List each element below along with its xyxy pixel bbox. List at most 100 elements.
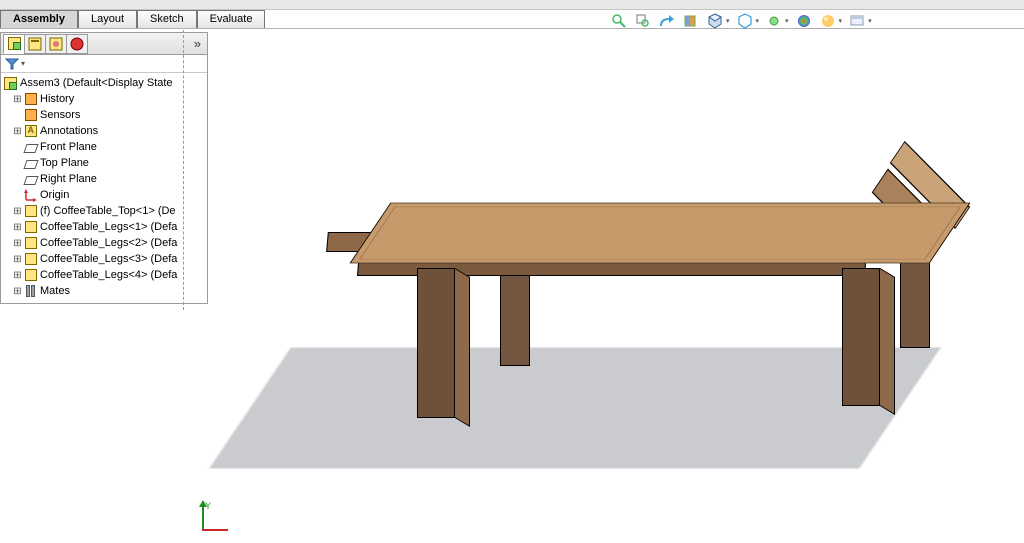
tree-item-label: History [40,93,74,105]
dropdown-caret-icon[interactable]: ▾ [726,17,730,25]
property-manager-tab[interactable] [24,34,46,54]
orientation-triad[interactable]: Y [190,499,230,539]
part-icon [23,204,38,219]
tree-item-label: Right Plane [40,173,97,185]
tree-root-assembly[interactable]: Assem3 (Default<Display State [1,75,207,91]
mates-icon [23,284,38,299]
tree-item-part-top[interactable]: ⊞ (f) CoffeeTable_Top<1> (De [1,203,207,219]
design-tree: Assem3 (Default<Display State ⊞ History … [1,73,207,303]
expand-panel-icon[interactable]: » [194,36,201,51]
model-coffee-table[interactable] [370,178,950,458]
command-manager-tabs: Assembly Layout Sketch Evaluate [0,10,265,28]
view-settings-icon[interactable] [848,12,866,30]
configuration-manager-tab[interactable] [45,34,67,54]
tab-assembly[interactable]: Assembly [0,10,78,28]
tab-sketch[interactable]: Sketch [137,10,197,28]
sensors-icon [23,108,38,123]
model-leg-front-left [417,268,455,418]
plane-icon [23,156,38,171]
previous-view-icon[interactable] [658,12,676,30]
tab-label: Layout [91,13,124,25]
plane-icon [23,140,38,155]
tree-item-sensors[interactable]: Sensors [1,107,207,123]
config-icon [49,37,63,51]
tree-item-front-plane[interactable]: Front Plane [1,139,207,155]
expand-toggle-icon[interactable]: ⊞ [12,126,23,137]
view-orientation-icon[interactable] [706,12,724,30]
feature-manager-tab[interactable] [3,34,25,54]
triad-y-label: Y [205,501,211,511]
dropdown-caret-icon[interactable]: ▾ [839,17,843,25]
tab-label: Sketch [150,13,184,25]
filter-icon [5,58,19,70]
dropdown-caret-icon: ▾ [21,59,25,68]
tree-item-top-plane[interactable]: Top Plane [1,155,207,171]
expand-toggle-icon[interactable]: ⊞ [12,286,23,297]
triad-y-axis [202,505,204,531]
display-style-icon[interactable] [736,12,754,30]
tree-item-label: Top Plane [40,157,89,169]
property-icon [28,37,42,51]
tree-filter-row[interactable]: ▾ [1,55,207,73]
tree-item-label: Front Plane [40,141,97,153]
part-icon [23,268,38,283]
folder-history-icon [23,92,38,107]
tab-evaluate[interactable]: Evaluate [197,10,266,28]
zoom-to-fit-icon[interactable] [610,12,628,30]
model-top-surface [350,203,971,264]
tree-item-part-leg1[interactable]: ⊞ CoffeeTable_Legs<1> (Defa [1,219,207,235]
tree-item-label: CoffeeTable_Legs<3> (Defa [40,253,177,265]
zoom-to-area-icon[interactable] [634,12,652,30]
expand-toggle-icon[interactable]: ⊞ [12,222,23,233]
expand-toggle-icon[interactable]: ⊞ [12,238,23,249]
section-view-icon[interactable] [682,12,700,30]
hide-show-items-icon[interactable] [765,12,783,30]
tree-item-annotations[interactable]: ⊞ A Annotations [1,123,207,139]
tree-item-label: Mates [40,285,70,297]
tree-item-part-leg3[interactable]: ⊞ CoffeeTable_Legs<3> (Defa [1,251,207,267]
tree-item-history[interactable]: ⊞ History [1,91,207,107]
part-icon [23,236,38,251]
tree-item-label: CoffeeTable_Legs<1> (Defa [40,221,177,233]
tree-item-right-plane[interactable]: Right Plane [1,171,207,187]
tree-item-label: (f) CoffeeTable_Top<1> (De [40,205,176,217]
app-titlebar-fragment [0,0,1024,10]
origin-icon [23,188,38,203]
manager-tab-strip: » [1,33,207,55]
tree-item-part-leg4[interactable]: ⊞ CoffeeTable_Legs<4> (Defa [1,267,207,283]
edit-appearance-icon[interactable] [795,12,813,30]
apply-scene-icon[interactable] [819,12,837,30]
tree-item-label: Annotations [40,125,98,137]
model-leg-front-left-side [455,268,470,427]
dropdown-caret-icon[interactable]: ▾ [868,17,872,25]
plane-icon [23,172,38,187]
model-leg-front-right [842,268,880,406]
dimxpert-icon [70,37,84,51]
dimxpert-manager-tab[interactable] [66,34,88,54]
panel-splitter[interactable] [183,30,184,310]
expand-toggle-icon[interactable]: ⊞ [12,270,23,281]
feature-manager-panel: » ▾ Assem3 (Default<Display State ⊞ Hist… [0,32,208,304]
model-leg-front-right-side [880,268,895,415]
tree-item-part-leg2[interactable]: ⊞ CoffeeTable_Legs<2> (Defa [1,235,207,251]
tab-layout[interactable]: Layout [78,10,137,28]
expand-toggle-icon[interactable]: ⊞ [12,206,23,217]
tab-label: Evaluate [210,13,253,25]
tab-label: Assembly [13,13,65,25]
annotations-icon: A [23,124,38,139]
dropdown-caret-icon[interactable]: ▾ [756,17,760,25]
assembly-icon [8,37,21,50]
tree-item-label: CoffeeTable_Legs<4> (Defa [40,269,177,281]
heads-up-view-toolbar: ▾ ▾ ▾ ▾ ▾ [610,12,872,30]
expand-toggle-icon[interactable]: ⊞ [12,94,23,105]
triad-x-axis [202,529,228,531]
tree-item-origin[interactable]: Origin [1,187,207,203]
tree-item-mates[interactable]: ⊞ Mates [1,283,207,299]
model-shadow [209,348,941,469]
part-icon [23,252,38,267]
dropdown-caret-icon[interactable]: ▾ [785,17,789,25]
expand-toggle-icon[interactable]: ⊞ [12,254,23,265]
assembly-icon [3,76,18,91]
tree-item-label: CoffeeTable_Legs<2> (Defa [40,237,177,249]
tree-item-label: Sensors [40,109,80,121]
